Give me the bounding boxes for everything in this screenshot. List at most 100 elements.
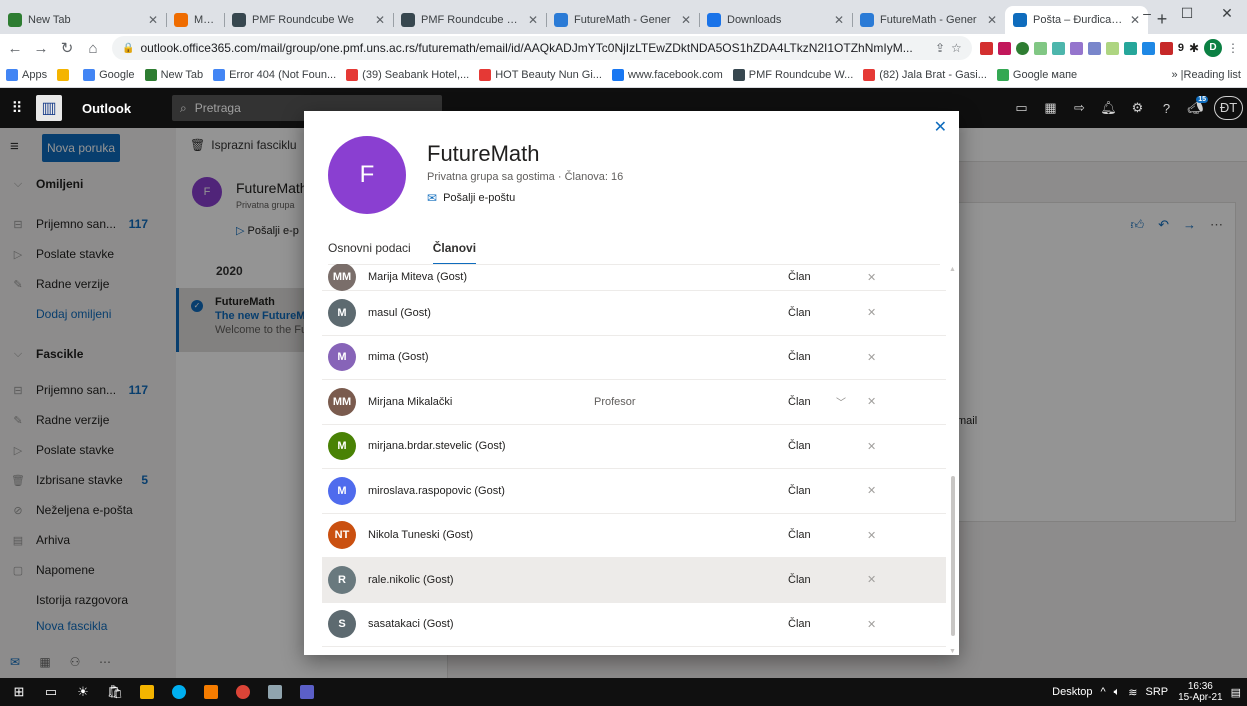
remove-member-icon[interactable]: ✕ (867, 618, 876, 631)
acrobat-extension-icon[interactable] (979, 41, 993, 55)
browser-tab[interactable]: FutureMath - Gener ✕ (852, 6, 1005, 34)
member-role[interactable]: Član (788, 307, 811, 319)
member-name[interactable]: mima (Gost) (368, 351, 588, 363)
bookmark-star-icon[interactable]: ☆ (951, 41, 962, 55)
member-row[interactable]: Mmasul (Gost) Član ✕ (322, 291, 946, 336)
close-tab-icon[interactable]: ✕ (834, 13, 844, 27)
bookmark-item[interactable]: www.facebook.com (611, 68, 723, 81)
member-row[interactable]: Mmiroslava.raspopovic (Gost) Član ✕ (322, 469, 946, 514)
remove-member-icon[interactable]: ✕ (867, 440, 876, 453)
extension-icon[interactable] (1159, 41, 1173, 55)
remove-member-icon[interactable]: ✕ (867, 573, 876, 586)
close-tab-icon[interactable]: ✕ (528, 13, 538, 27)
teams-icon[interactable]: ▦ (1036, 100, 1065, 116)
member-role[interactable]: Član (788, 485, 811, 497)
member-name[interactable]: rale.nikolic (Gost) (368, 574, 588, 586)
member-role[interactable]: Član (788, 529, 811, 541)
app-launcher-icon[interactable]: ⠿ (0, 99, 34, 117)
member-name[interactable]: Nikola Tuneski (Gost) (368, 529, 588, 541)
scrollbar-thumb[interactable] (951, 476, 955, 636)
member-role[interactable]: Član (788, 440, 811, 452)
notification-center-icon[interactable]: ▤ (1231, 686, 1241, 699)
desktop-toolbar[interactable]: Desktop (1052, 686, 1092, 698)
bookmark-item[interactable]: PMF Roundcube W... (732, 68, 853, 81)
task-view-icon[interactable]: ▭ (38, 682, 64, 702)
menu-dots-icon[interactable]: ⋮ (1227, 41, 1239, 55)
whats-new-icon[interactable]: 📣︎ 15 (1181, 96, 1210, 116)
todo-icon[interactable]: ⇨ (1065, 100, 1094, 116)
close-tab-icon[interactable]: ✕ (681, 13, 691, 27)
member-role[interactable]: Član (788, 396, 811, 408)
network-icon[interactable]: ≋ (1128, 686, 1137, 699)
user-avatar[interactable]: ĐT (1214, 96, 1243, 120)
minimize-button[interactable]: – (1127, 0, 1167, 30)
member-row[interactable]: Mmirjana.brdar.stevelic (Gost) Član ✕ (322, 425, 946, 469)
remove-member-icon[interactable]: ✕ (867, 529, 876, 542)
member-row[interactable]: MM Marija Miteva (Gost) Član ✕ (322, 264, 946, 291)
file-explorer-icon[interactable] (134, 682, 160, 702)
bookmark-item[interactable]: New Tab (144, 68, 203, 81)
back-icon[interactable]: ← (4, 40, 26, 57)
bookmark-item[interactable]: HOT Beauty Nun Gi... (479, 68, 602, 81)
bookmark-item[interactable]: Error 404 (Not Foun... (213, 68, 336, 81)
tray-expand-icon[interactable]: ^ (1101, 686, 1106, 698)
extension-icon[interactable] (1033, 41, 1047, 55)
extension-icon[interactable] (1105, 41, 1119, 55)
extension-icon[interactable] (1015, 41, 1029, 55)
member-row[interactable]: Mmima (Gost) Član ✕ (322, 336, 946, 380)
gear-icon[interactable]: ⚙ (1123, 100, 1152, 116)
remove-member-icon[interactable]: ✕ (867, 351, 876, 364)
meet-icon[interactable]: ▭ (1007, 100, 1036, 116)
extension-icon[interactable] (1123, 41, 1137, 55)
reading-list-button[interactable]: » | Reading list (1171, 69, 1241, 81)
member-row[interactable]: Ssasatakaci (Gost) Član ✕ (322, 603, 946, 647)
send-email-button[interactable]: ✉ Pošalji e-poštu (427, 191, 515, 205)
extension-icon[interactable] (1141, 41, 1155, 55)
volume-icon[interactable]: 🔈︎ (1114, 686, 1121, 699)
bookmark-item[interactable]: Google (83, 68, 135, 81)
teams-icon[interactable] (294, 682, 320, 702)
bookmark-item[interactable]: (39) Seabank Hotel,... (346, 68, 469, 81)
maximize-button[interactable]: ☐ (1167, 0, 1207, 30)
remove-member-icon[interactable]: ✕ (867, 271, 876, 284)
extension-icon[interactable] (1069, 41, 1083, 55)
remove-member-icon[interactable]: ✕ (867, 306, 876, 319)
remove-member-icon[interactable]: ✕ (867, 484, 876, 497)
extension-badge[interactable]: 9 (1178, 42, 1184, 54)
bookmark-item[interactable] (57, 68, 73, 81)
remove-member-icon[interactable]: ✕ (867, 395, 876, 408)
chevron-down-icon[interactable]: ﹀ (836, 394, 846, 409)
app-icon[interactable] (198, 682, 224, 702)
member-role[interactable]: Član (788, 618, 811, 630)
close-tab-icon[interactable]: ✕ (375, 13, 385, 27)
lang-label[interactable]: SRP (1146, 686, 1169, 698)
windows-start-icon[interactable]: ⊞ (6, 682, 32, 702)
close-tab-icon[interactable]: ✕ (148, 13, 158, 27)
tab-members[interactable]: Članovi (432, 239, 477, 265)
members-scrollbar[interactable]: ▲ ▼ (949, 264, 957, 655)
clock[interactable]: 16:36 15-Apr-21 (1178, 681, 1222, 703)
member-name[interactable]: sasatakaci (Gost) (368, 618, 588, 630)
store-icon[interactable]: 🛍︎ (102, 682, 128, 702)
brightness-icon[interactable]: ☀ (70, 682, 96, 702)
browser-tab[interactable]: PMF Roundcube We ✕ (393, 6, 546, 34)
share-icon[interactable]: ⇪ (935, 41, 945, 55)
member-row[interactable]: Rrale.nikolic (Gost) Član ✕ (322, 558, 946, 603)
bookmark-item[interactable]: (82) Jala Brat - Gasi... (863, 68, 987, 81)
close-window-button[interactable]: ✕ (1207, 0, 1247, 30)
member-name[interactable]: masul (Gost) (368, 307, 588, 319)
url-field[interactable]: 🔒 outlook.office365.com/mail/group/one.p… (112, 36, 972, 60)
extension-icon[interactable] (1051, 41, 1065, 55)
member-name[interactable]: miroslava.raspopovic (Gost) (368, 485, 588, 497)
reload-icon[interactable]: ↻ (56, 39, 78, 57)
member-role[interactable]: Član (788, 271, 811, 283)
bookmark-item[interactable]: Apps (6, 68, 47, 81)
member-name[interactable]: Marija Miteva (Gost) (368, 271, 588, 283)
scroll-down-icon[interactable]: ▼ (949, 648, 956, 655)
browser-tab[interactable]: Downloads ✕ (699, 6, 852, 34)
help-icon[interactable]: ? (1152, 101, 1181, 116)
forward-icon[interactable]: → (30, 40, 52, 57)
app-title[interactable]: Outlook (82, 101, 172, 116)
member-row[interactable]: MM Mirjana Mikalački Profesor Član ﹀ ✕ (322, 380, 946, 425)
chrome-icon[interactable] (230, 682, 256, 702)
